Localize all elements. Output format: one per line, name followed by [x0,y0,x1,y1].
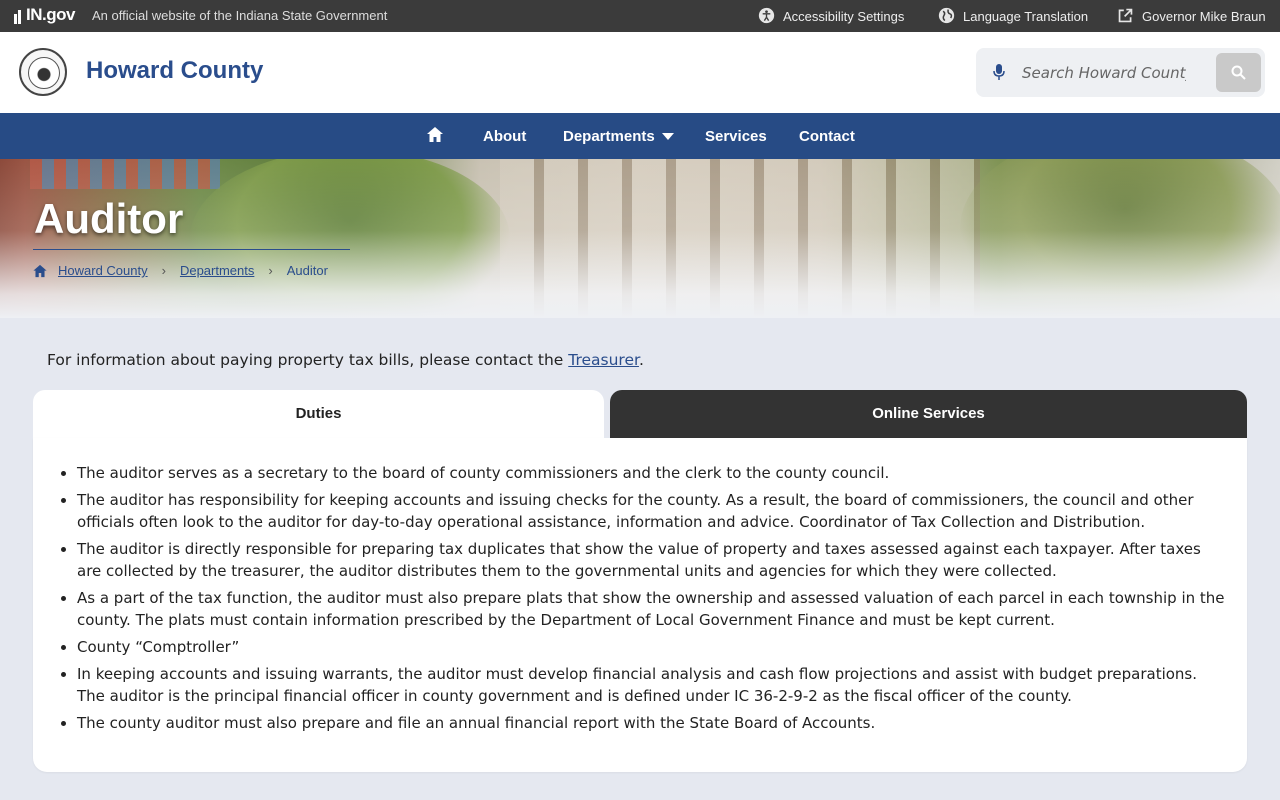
nav-services[interactable]: Services [705,128,767,145]
tax-info-prefix: For information about paying property ta… [47,351,569,369]
chevron-right-icon: › [268,263,273,278]
county-seal-logo[interactable] [19,48,67,96]
governor-label: Governor Mike Braun [1142,9,1266,24]
nav-home[interactable] [426,126,444,143]
nav-about[interactable]: About [483,128,526,145]
accessibility-settings-link[interactable]: Accessibility Settings [758,7,905,25]
search-icon [1231,65,1246,80]
external-link-icon [1118,8,1133,23]
title-divider [33,249,350,250]
list-item: The auditor has responsibility for keepi… [77,489,1227,533]
main-navigation: About Departments Services Contact [0,113,1280,159]
caret-down-icon [661,133,674,140]
list-item: County “Comptroller” [77,636,1227,658]
home-icon [427,127,443,142]
treasurer-link[interactable]: Treasurer [568,351,639,369]
ingov-logo[interactable]: IN.gov [14,5,75,25]
hero-fade-overlay [0,159,1280,318]
site-title[interactable]: Howard County [86,57,263,85]
breadcrumb: Howard County › Departments › Auditor [32,263,328,278]
globe-icon [938,7,955,24]
accessibility-settings-label: Accessibility Settings [783,9,905,24]
official-website-text: An official website of the Indiana State… [92,8,388,23]
tax-info-text: For information about paying property ta… [47,351,644,369]
list-item: As a part of the tax function, the audit… [77,587,1227,631]
site-header: Howard County [0,32,1280,113]
search-button[interactable] [1216,53,1261,92]
tax-info-suffix: . [638,351,644,369]
language-translation-link[interactable]: Language Translation [938,7,1089,25]
governor-link[interactable]: Governor Mike Braun [1117,8,1266,25]
breadcrumb-howard-county[interactable]: Howard County [58,263,148,278]
microphone-icon[interactable] [992,63,1006,81]
ingov-logo-icon [14,6,24,24]
list-item: In keeping accounts and issuing warrants… [77,663,1227,707]
nav-departments-label: Departments [563,128,655,145]
list-item: The auditor is directly responsible for … [77,538,1227,582]
list-item: The county auditor must also prepare and… [77,712,1227,734]
page-title: Auditor [34,195,184,242]
language-translation-label: Language Translation [963,9,1089,24]
list-item: The auditor serves as a secretary to the… [77,462,1227,484]
hero-banner: Auditor Howard County › Departments › Au… [0,159,1280,318]
accessibility-icon [758,7,775,24]
tab-online-services[interactable]: Online Services [610,390,1247,438]
duties-list: The auditor serves as a secretary to the… [77,462,1227,739]
breadcrumb-home-icon[interactable] [32,264,48,278]
search-input[interactable] [1022,58,1186,88]
duties-panel: The auditor serves as a secretary to the… [33,438,1247,772]
breadcrumb-departments[interactable]: Departments [180,263,254,278]
search-bar [976,48,1265,97]
tab-duties[interactable]: Duties [33,390,604,438]
official-banner: IN.gov An official website of the Indian… [0,0,1280,32]
ingov-logo-text: IN.gov [26,5,75,24]
nav-departments[interactable]: Departments [563,128,674,145]
chevron-right-icon: › [161,263,166,278]
breadcrumb-current: Auditor [286,263,328,278]
nav-contact[interactable]: Contact [799,128,855,145]
